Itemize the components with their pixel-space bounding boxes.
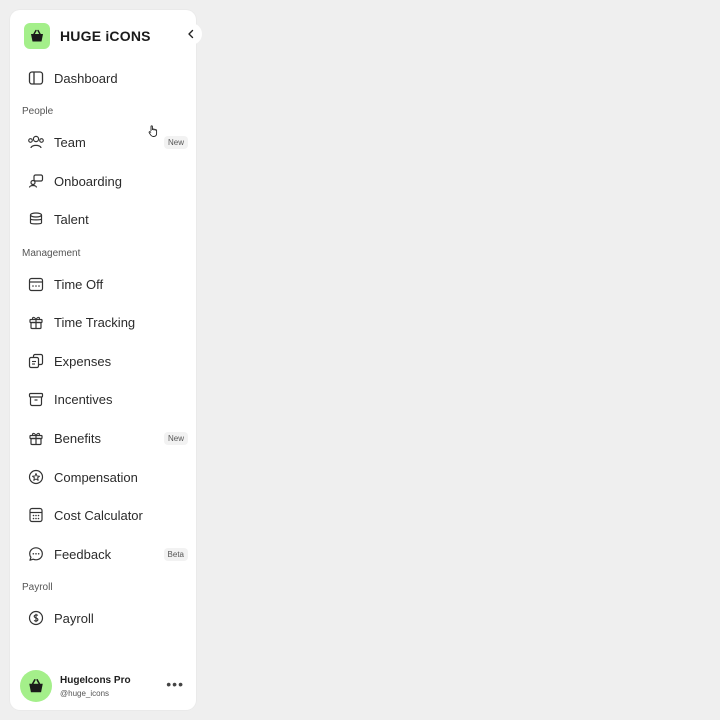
avatar — [20, 670, 52, 702]
nav-item-team[interactable]: Team New — [18, 127, 188, 157]
section-management: Management — [22, 248, 81, 259]
nav-item-label: Onboarding — [54, 173, 122, 189]
basket-icon — [29, 679, 43, 693]
section-payroll: Payroll — [22, 582, 53, 593]
new-badge: New — [163, 135, 188, 149]
basket-icon — [24, 23, 50, 49]
nav-item-label: Incentives — [54, 391, 113, 407]
user-profile[interactable]: HugeIcons Pro @huge_icons ••• — [20, 668, 190, 704]
nav-item-dashboard[interactable]: Dashboard — [18, 63, 188, 93]
brand-name: HUGE iCONS — [60, 28, 151, 44]
users-icon — [27, 133, 45, 151]
nav-item-incentives[interactable]: Incentives — [18, 384, 188, 414]
gift-icon — [27, 429, 45, 447]
new-badge: New — [163, 431, 188, 445]
nav-item-expenses[interactable]: Expenses — [18, 346, 188, 376]
nav-item-label: Expenses — [54, 353, 112, 369]
onboarding-icon — [27, 172, 45, 190]
archive-icon — [27, 390, 45, 408]
nav-item-payroll[interactable]: Payroll — [18, 603, 188, 633]
beta-badge: Beta — [163, 547, 188, 561]
nav-item-time-tracking[interactable]: Time Tracking — [18, 307, 188, 337]
sidebar: HUGE iCONS Dashboard People Team New Onb… — [10, 10, 196, 710]
nav-item-label: Compensation — [54, 469, 138, 485]
nav-item-feedback[interactable]: Feedback Beta — [18, 539, 188, 569]
nav-item-label: Team — [54, 134, 86, 150]
nav-item-benefits[interactable]: Benefits New — [18, 423, 188, 453]
documents-icon — [27, 352, 45, 370]
more-options-icon[interactable]: ••• — [166, 676, 184, 692]
chevron-left-icon — [188, 29, 194, 39]
collapse-sidebar-button[interactable] — [180, 23, 202, 45]
nav-item-label: Time Tracking — [54, 314, 136, 330]
brand[interactable]: HUGE iCONS — [24, 23, 151, 49]
star-badge-icon — [27, 468, 45, 486]
nav-item-talent[interactable]: Talent — [18, 204, 188, 234]
coin-icon — [27, 609, 45, 627]
user-name: HugeIcons Pro — [60, 674, 131, 686]
nav-item-label: Dashboard — [54, 70, 118, 86]
nav-item-cost-calculator[interactable]: Cost Calculator — [18, 500, 188, 530]
gift-icon — [27, 313, 45, 331]
calendar-icon — [27, 275, 45, 293]
nav-item-label: Feedback — [54, 546, 112, 562]
chat-icon — [27, 545, 45, 563]
nav-item-compensation[interactable]: Compensation — [18, 462, 188, 492]
dashboard-icon — [27, 69, 45, 87]
user-handle: @huge_icons — [60, 688, 110, 698]
nav-item-label: Talent — [54, 211, 89, 227]
nav-item-time-off[interactable]: Time Off — [18, 269, 188, 299]
section-people: People — [22, 106, 54, 117]
nav-item-label: Time Off — [54, 276, 104, 292]
nav-item-label: Payroll — [54, 610, 94, 626]
nav-item-label: Benefits — [54, 430, 101, 446]
nav-item-onboarding[interactable]: Onboarding — [18, 166, 188, 196]
hand-cursor-icon — [147, 124, 161, 138]
calculator-icon — [27, 506, 45, 524]
nav-item-label: Cost Calculator — [54, 507, 143, 523]
database-icon — [27, 210, 45, 228]
